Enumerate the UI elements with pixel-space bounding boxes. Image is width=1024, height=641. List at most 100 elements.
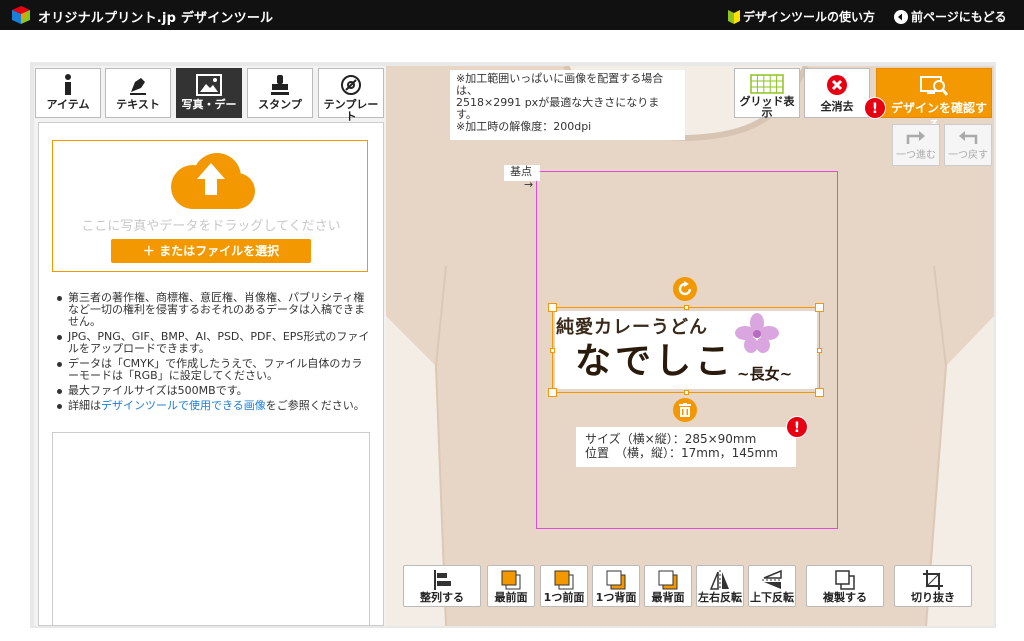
undo-button[interactable]: 一つ戻す bbox=[944, 124, 992, 166]
bring-to-front-button[interactable]: 最前面 bbox=[487, 565, 535, 607]
crop-label: 切り抜き bbox=[911, 591, 955, 604]
note-item: データは「CMYK」で作成したうえで、ファイル自体のカラーモードは「RGB」に設… bbox=[54, 358, 372, 382]
tab-item[interactable]: アイテム bbox=[35, 68, 101, 118]
resize-handle-top[interactable] bbox=[684, 305, 689, 310]
flip-vertical-button[interactable]: 上下反転 bbox=[748, 565, 796, 607]
send-back-icon bbox=[658, 570, 678, 590]
back-link[interactable]: 前ページにもどる bbox=[894, 8, 1007, 25]
delete-button[interactable] bbox=[673, 398, 697, 422]
align-icon bbox=[434, 570, 451, 590]
drop-zone[interactable]: ここに写真やデータをドラッグしてください ＋ またはファイルを選択 bbox=[52, 140, 368, 272]
drop-hint: ここに写真やデータをドラッグしてください bbox=[81, 219, 341, 234]
redo-icon bbox=[906, 131, 925, 144]
guide-link[interactable]: デザインツールの使い方 bbox=[728, 8, 875, 25]
usable-images-link[interactable]: デザインツールで使用できる画像 bbox=[101, 399, 266, 412]
note-prefix: 詳細は bbox=[68, 399, 101, 412]
bring-front-label: 最前面 bbox=[494, 591, 528, 604]
flip-vertical-label: 上下反転 bbox=[750, 591, 794, 604]
note-item: JPG、PNG、GIF、BMP、AI、PSD、PDF、EPS形式のファイルをアッ… bbox=[54, 331, 372, 355]
resize-handle-bl[interactable] bbox=[548, 388, 557, 397]
send-backward-button[interactable]: 1つ背面 bbox=[592, 565, 640, 607]
note-item: 最大ファイルサイズは500MBです。 bbox=[54, 385, 372, 397]
flip-horizontal-icon bbox=[709, 570, 729, 590]
tab-label: 写真・デー bbox=[181, 98, 237, 111]
send-back-label: 最背面 bbox=[651, 591, 685, 604]
tab-photo-data[interactable]: 写真・デー bbox=[176, 68, 242, 118]
crop-icon bbox=[923, 570, 943, 590]
send-backward-label: 1つ背面 bbox=[595, 591, 637, 604]
tab-label: テキスト bbox=[116, 98, 160, 111]
print-area-note: ※加工範囲いっぱいに画像を配置する場合は、 2518×2991 pxが最適な大き… bbox=[450, 70, 685, 140]
align-button[interactable]: 整列する bbox=[403, 565, 481, 607]
size-position-readout: サイズ（横×縦）：285×90mm 位置 （横，縦）：17mm，145mm bbox=[576, 427, 796, 467]
confirm-warning-badge[interactable]: ! bbox=[864, 97, 886, 119]
note-item-detail: 詳細はデザインツールで使用できる画像をご参照ください。 bbox=[54, 400, 372, 412]
bring-front-icon bbox=[501, 570, 521, 590]
brand-title[interactable]: オリジナルプリント.jp デザインツール bbox=[38, 7, 273, 26]
duplicate-button[interactable]: 複製する bbox=[806, 565, 884, 607]
clear-icon bbox=[827, 75, 847, 95]
note-suffix: をご参照ください。 bbox=[265, 399, 365, 412]
upload-preview-area bbox=[52, 432, 370, 626]
tab-template[interactable]: テンプレー ト bbox=[318, 68, 384, 123]
resize-handle-br[interactable] bbox=[815, 388, 824, 397]
redo-button[interactable]: 一つ進む bbox=[892, 124, 940, 166]
beginner-mark-icon bbox=[728, 10, 740, 24]
tab-label: アイテム bbox=[46, 98, 90, 111]
bring-forward-label: 1つ前面 bbox=[543, 591, 585, 604]
guide-link-label: デザインツールの使い方 bbox=[743, 10, 876, 24]
tab-stamp[interactable]: スタンプ bbox=[247, 68, 313, 118]
confirm-design-button[interactable]: デザインを確認する bbox=[876, 68, 992, 132]
upload-notes: 第三者の著作権、商標権、意匠権、肖像権、パブリシティ権など一切の権利を侵害するお… bbox=[54, 292, 372, 415]
flip-horizontal-button[interactable]: 左右反転 bbox=[696, 565, 744, 607]
design-check-icon bbox=[920, 76, 949, 96]
origin-label: 基点 bbox=[504, 165, 540, 181]
rotate-icon bbox=[678, 281, 692, 296]
align-label: 整列する bbox=[420, 591, 464, 604]
resize-handle-tr[interactable] bbox=[815, 303, 824, 312]
bring-forward-button[interactable]: 1つ前面 bbox=[540, 565, 588, 607]
send-backward-icon bbox=[606, 570, 626, 590]
resize-handle-left[interactable] bbox=[550, 348, 555, 353]
resize-handle-bottom[interactable] bbox=[684, 390, 689, 395]
grid-label: グリッド表示 bbox=[739, 95, 795, 119]
choose-file-button[interactable]: ＋ またはファイルを選択 bbox=[111, 239, 311, 263]
image-icon bbox=[196, 74, 222, 96]
duplicate-icon bbox=[835, 570, 855, 590]
clear-all-button[interactable]: 全消去 bbox=[804, 68, 870, 118]
undo-icon bbox=[959, 131, 978, 144]
clear-label: 全消去 bbox=[820, 100, 854, 113]
selection-box[interactable] bbox=[552, 307, 820, 393]
pen-icon bbox=[130, 78, 146, 95]
tab-text[interactable]: テキスト bbox=[105, 68, 171, 118]
redo-label: 一つ進む bbox=[896, 150, 936, 161]
grid-button[interactable]: グリッド表示 bbox=[734, 68, 800, 118]
tab-label: テンプレー ト bbox=[323, 98, 379, 123]
origin-arrow: → bbox=[524, 178, 534, 191]
cloud-upload-icon bbox=[171, 153, 255, 209]
crop-button[interactable]: 切り抜き bbox=[894, 565, 972, 607]
position-readout: 位置 （横，縦）：17mm，145mm bbox=[585, 446, 778, 460]
tab-label: スタンプ bbox=[258, 98, 302, 111]
resize-handle-tl[interactable] bbox=[548, 303, 557, 312]
info-icon bbox=[65, 74, 71, 95]
duplicate-label: 複製する bbox=[823, 591, 867, 604]
resize-handle-right[interactable] bbox=[817, 348, 822, 353]
undo-label: 一つ戻す bbox=[948, 150, 988, 161]
size-readout: サイズ（横×縦）：285×90mm bbox=[585, 432, 757, 446]
artwork-warning-badge[interactable]: ! bbox=[786, 416, 808, 438]
flip-horizontal-label: 左右反転 bbox=[698, 591, 742, 604]
grid-icon bbox=[750, 74, 784, 94]
stamp-icon bbox=[271, 75, 289, 95]
send-to-back-button[interactable]: 最背面 bbox=[644, 565, 692, 607]
bring-forward-icon bbox=[554, 570, 574, 590]
back-arrow-icon bbox=[894, 10, 908, 24]
rotate-button[interactable] bbox=[673, 277, 697, 301]
logo-icon bbox=[12, 6, 30, 24]
top-bar: オリジナルプリント.jp デザインツール デザインツールの使い方 前ページにもど… bbox=[0, 0, 1024, 30]
back-link-label: 前ページにもどる bbox=[911, 10, 1007, 24]
note-item: 第三者の著作権、商標権、意匠権、肖像権、パブリシティ権など一切の権利を侵害するお… bbox=[54, 292, 372, 328]
trash-icon bbox=[679, 403, 691, 417]
template-icon bbox=[341, 75, 361, 95]
flip-vertical-icon bbox=[762, 569, 782, 589]
